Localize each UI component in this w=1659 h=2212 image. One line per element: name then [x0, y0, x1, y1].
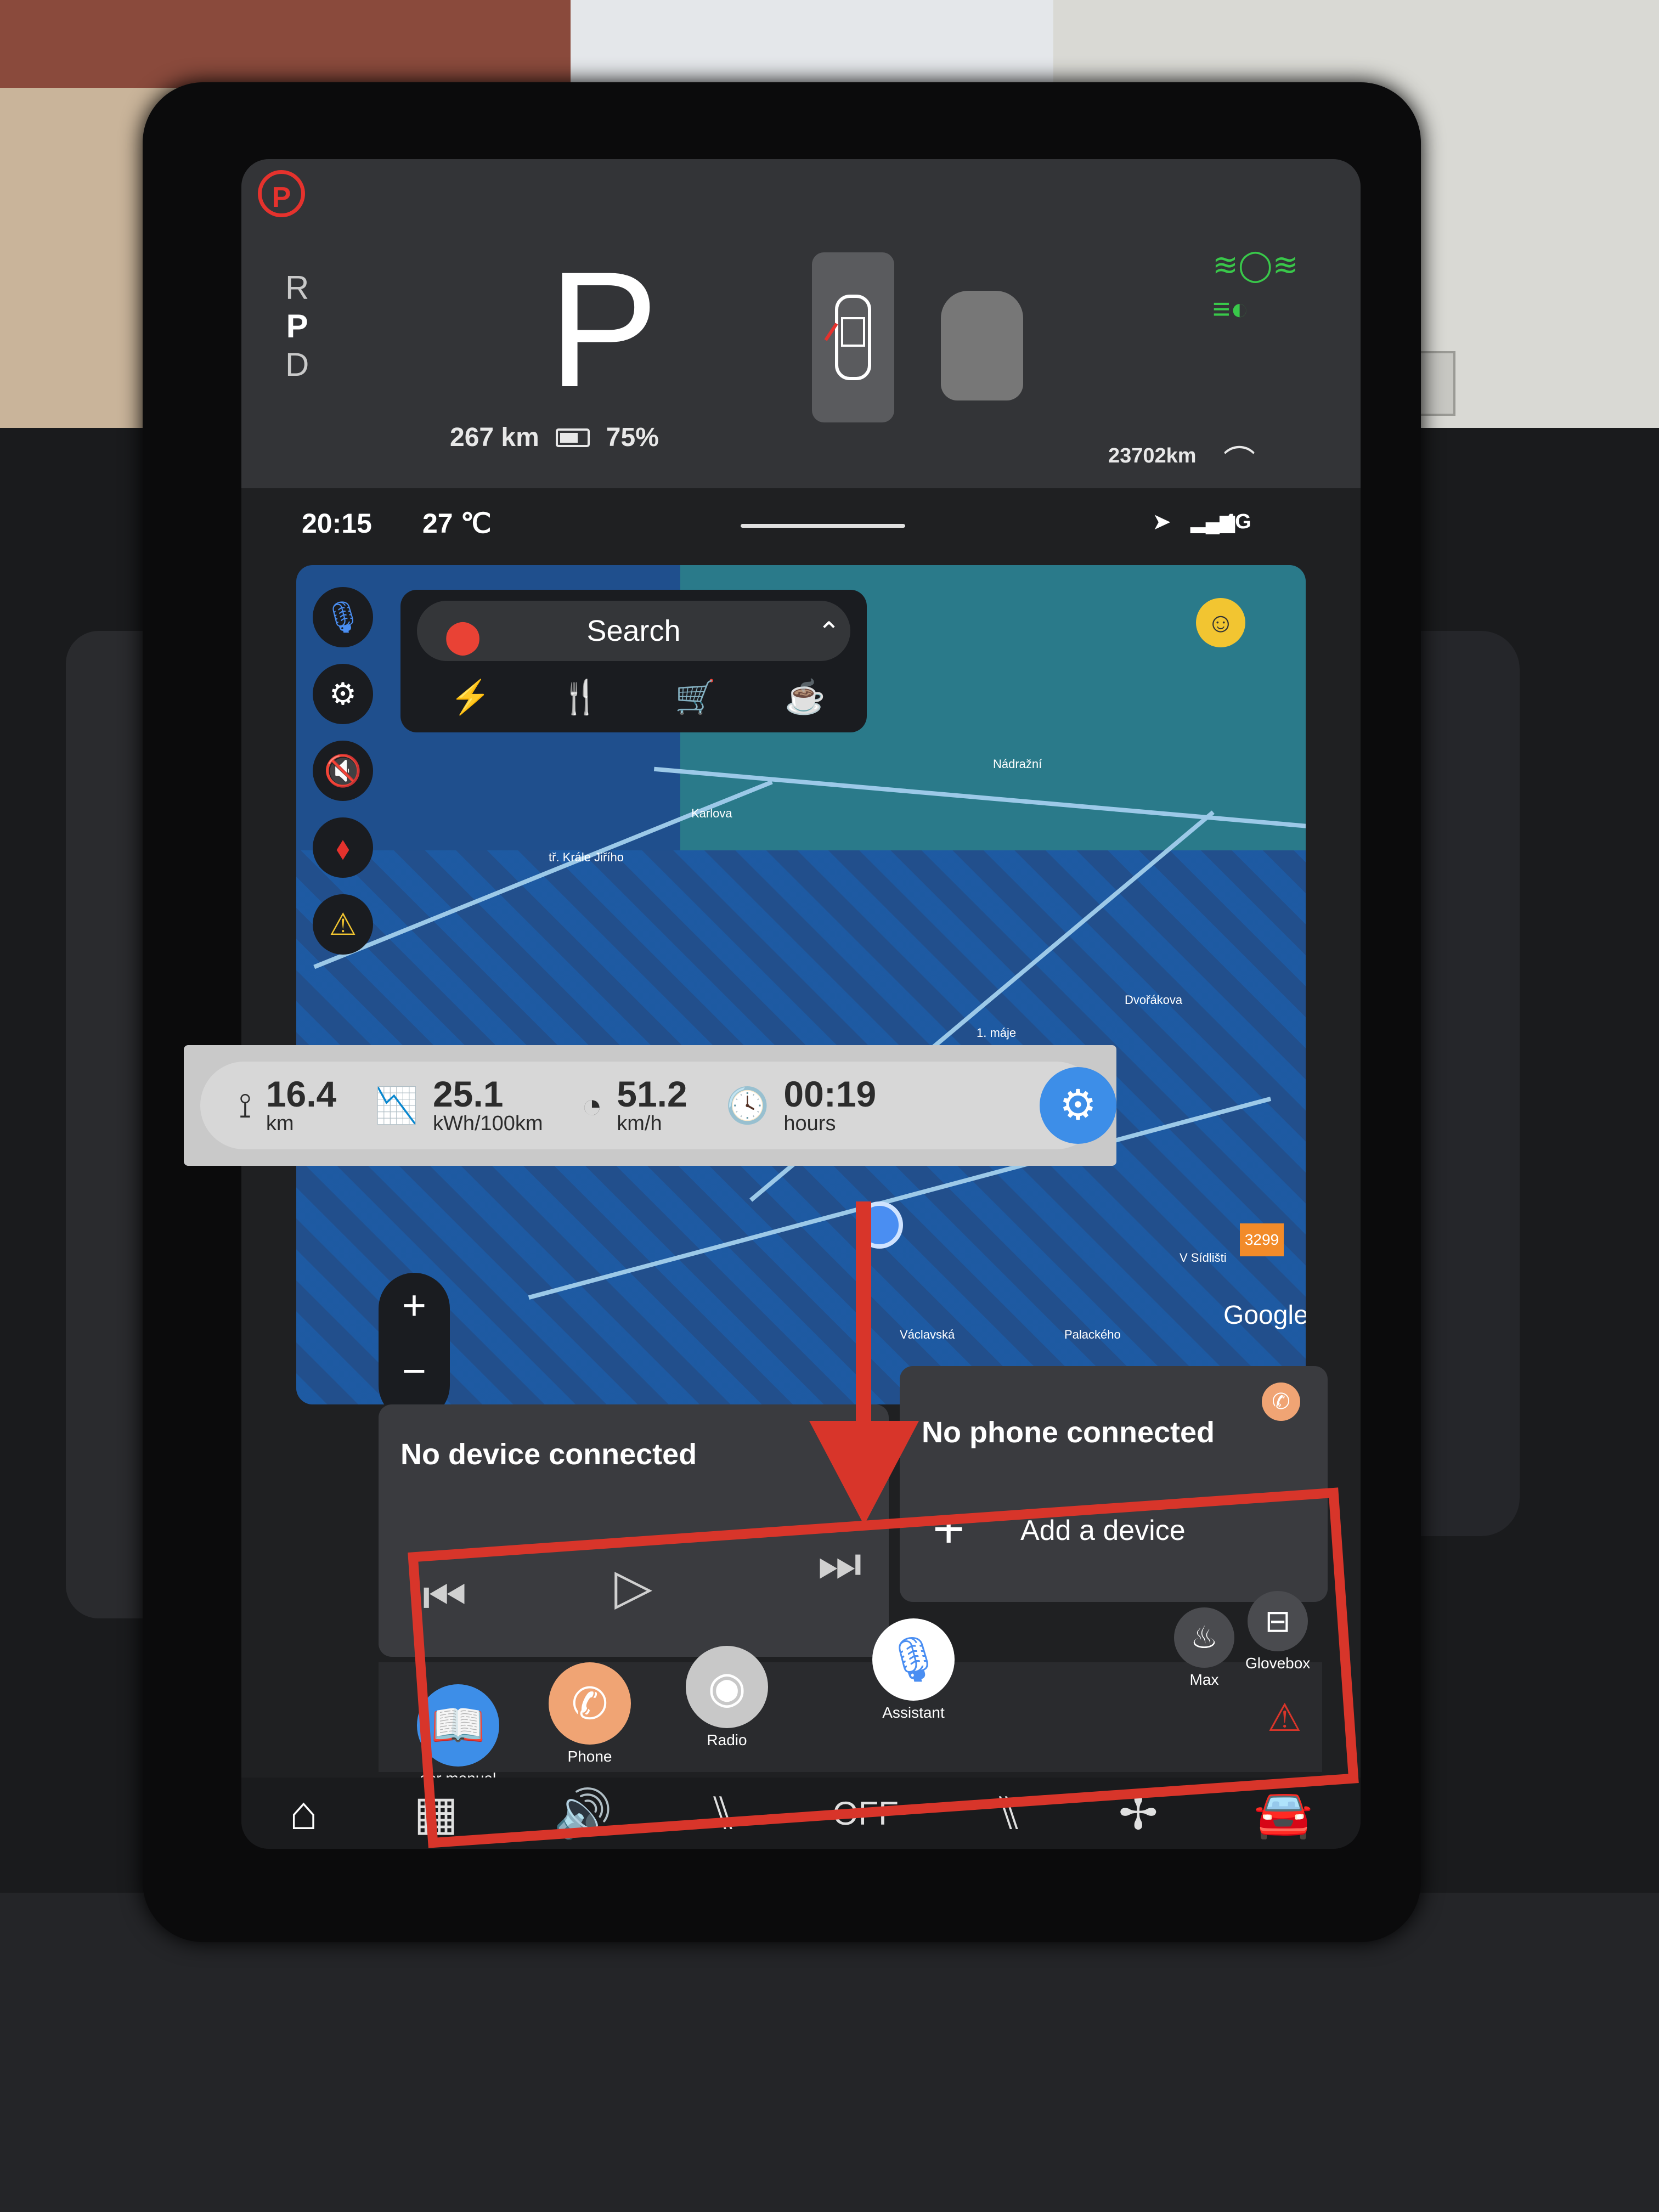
range-battery: 267 km 75% [450, 422, 659, 453]
route-icon: ⟟ [239, 1085, 252, 1125]
gear-selector: R P D [285, 269, 309, 384]
range-value: 267 km [450, 423, 539, 452]
car-settings-icon[interactable]: 🚘 [1254, 1786, 1313, 1841]
navigation-arrow-icon: ➤ [1152, 509, 1172, 534]
clock-icon: 🕓 [725, 1085, 770, 1125]
report-incident-button[interactable]: ⚠ [313, 894, 373, 955]
cart-icon: 🛒 [675, 679, 716, 715]
consumption-chart-icon: 📉 [375, 1085, 419, 1125]
street-label: tř. Krále Jiřího [549, 850, 624, 864]
street-label: Václavská [900, 1328, 955, 1341]
trip-panel: ⟟ 16.4 km 📉 25.1 kWh/100km ◔ 51.2 km/h 🕓 00… [200, 1062, 1116, 1149]
trip-settings-button[interactable]: ⚙ [1040, 1067, 1116, 1144]
time-unit: hours [783, 1111, 836, 1135]
phone-icon: ✆ [1262, 1383, 1300, 1421]
street-label: Karlova [691, 806, 732, 820]
lightning-icon: ⚡ [450, 679, 491, 715]
distance-unit: km [266, 1111, 294, 1135]
warning-icon: ⚠ [329, 907, 357, 941]
outside-temperature: 27 ℃ [422, 508, 492, 539]
gear-icon: ⚙ [329, 676, 357, 711]
speed-value: 51.2 [617, 1073, 687, 1114]
wiper-icon[interactable]: ⌒ [1223, 436, 1255, 482]
mute-guidance-button[interactable]: 🔇 [313, 741, 373, 801]
street-label: Nádražní [993, 757, 1042, 771]
map-view[interactable]: Nádražní Karlova Dvořákova Palackého 1. … [296, 565, 1306, 1404]
compass-button[interactable]: ⬧ [313, 817, 373, 878]
speedometer-icon: ◔ [581, 1086, 603, 1125]
map-settings-button[interactable]: ⚙ [313, 664, 373, 724]
network-type: 4G [1223, 510, 1251, 533]
zoom-control: + − [379, 1273, 450, 1404]
consumption-value: 25.1 [432, 1073, 504, 1114]
trip-time: 🕓 00:19 hours [726, 1076, 877, 1136]
restaurants-button[interactable]: 🍴 [560, 678, 601, 716]
current-gear: P [549, 237, 659, 421]
annotation-arrow [856, 1201, 871, 1432]
street-label: V Sídlišti [1180, 1251, 1227, 1265]
map-attribution: Google [1223, 1301, 1306, 1330]
parking-lights-icon: ≋◯≋ [1212, 247, 1299, 282]
car-outline-icon [824, 295, 871, 380]
phone-title: No phone connected [922, 1416, 1215, 1449]
home-icon[interactable]: ⌂ [289, 1786, 318, 1841]
parking-brake-icon: P [258, 170, 305, 217]
media-title: No device connected [400, 1438, 697, 1471]
odometer: 23702km [1108, 444, 1197, 467]
driver-info-area: P R P D P 267 km 75% ≋◯≋ ≡◐ 23702km ⌒ [241, 159, 1361, 488]
consumption-unit: kWh/100km [432, 1111, 543, 1135]
search-panel: ⬤ Search ⌃ ⚡ 🍴 🛒 ☕ [400, 590, 867, 732]
time-value: 00:19 [783, 1073, 877, 1114]
gear-d: D [285, 346, 309, 383]
fork-knife-icon: 🍴 [560, 679, 601, 715]
trip-consumption: 📉 25.1 kWh/100km [375, 1076, 543, 1136]
gear-icon: ⚙ [1059, 1082, 1097, 1128]
trip-distance: ⟟ 16.4 km [239, 1076, 336, 1136]
search-label: Search [586, 614, 681, 647]
trip-statistics-bar: ⟟ 16.4 km 📉 25.1 kWh/100km ◔ 51.2 km/h 🕓 00… [184, 1045, 1116, 1166]
mute-icon: 🔇 [324, 753, 362, 788]
route-number-badge: 3299 [1240, 1223, 1284, 1256]
compass-icon: ⬧ [336, 830, 350, 865]
microphone-icon: 🎙 [323, 600, 363, 634]
chevron-up-icon[interactable]: ⌃ [817, 616, 840, 648]
account-avatar[interactable]: ☺ [1196, 598, 1245, 647]
low-beam-icon: ≡◐ [1212, 291, 1249, 326]
street-label: 1. máje [977, 1026, 1017, 1040]
speed-unit: km/h [617, 1111, 662, 1135]
distance-value: 16.4 [266, 1073, 337, 1114]
clock: 20:15 [302, 508, 372, 539]
background-roof [0, 0, 576, 88]
trip-speed: ◔ 51.2 km/h [582, 1076, 687, 1136]
annotation-arrow-head [809, 1421, 919, 1525]
street-label: Palackého [1064, 1328, 1121, 1341]
battery-icon [555, 428, 590, 447]
voice-search-button[interactable]: 🎙 [313, 587, 373, 647]
gear-r: R [285, 269, 309, 306]
car-doors-button[interactable] [812, 252, 894, 422]
search-bar[interactable]: ⬤ Search ⌃ [417, 601, 850, 661]
street-label: Dvořákova [1125, 993, 1183, 1007]
drag-handle[interactable] [741, 524, 905, 528]
charging-stations-button[interactable]: ⚡ [450, 678, 491, 716]
car-3d-image [941, 291, 1023, 400]
zoom-in-button[interactable]: + [379, 1273, 450, 1339]
zoom-out-button[interactable]: − [379, 1339, 450, 1404]
battery-value: 75% [606, 423, 659, 452]
groceries-button[interactable]: 🛒 [675, 678, 716, 716]
coffee-cup-icon: ☕ [785, 679, 826, 715]
gear-p: P [286, 308, 308, 345]
google-maps-pin-icon: ⬤ [444, 618, 482, 654]
coffee-button[interactable]: ☕ [785, 678, 826, 716]
